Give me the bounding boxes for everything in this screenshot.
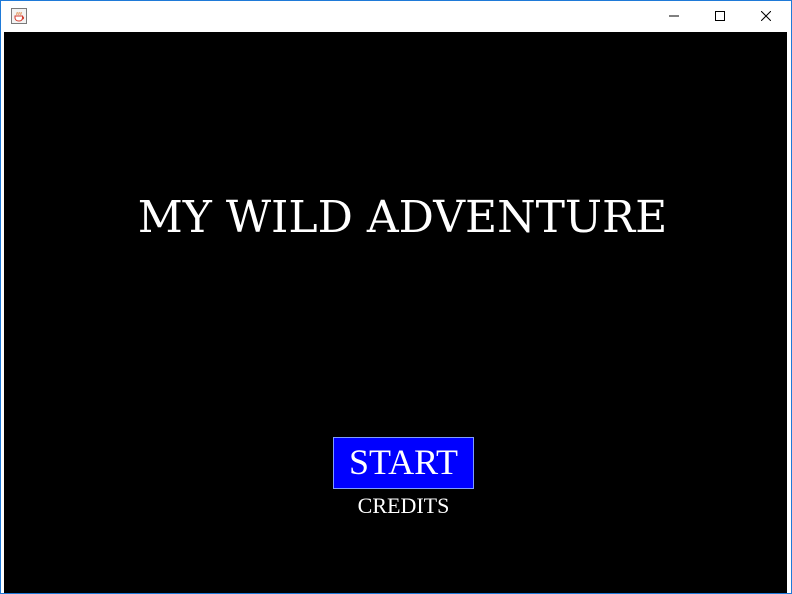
game-screen: MY WILD ADVENTURE START CREDITS — [4, 32, 787, 593]
maximize-button[interactable] — [697, 1, 743, 32]
game-title: MY WILD ADVENTURE — [137, 192, 668, 243]
minimize-icon — [669, 8, 679, 26]
close-icon — [760, 8, 772, 26]
credits-button[interactable]: CREDITS — [333, 492, 474, 520]
maximize-icon — [715, 8, 725, 26]
minimize-button[interactable] — [651, 1, 697, 32]
title-bar[interactable] — [1, 1, 791, 32]
close-button[interactable] — [743, 1, 789, 32]
java-coffee-cup-icon[interactable] — [11, 8, 27, 24]
start-button[interactable]: START — [333, 437, 474, 489]
app-window: MY WILD ADVENTURE START CREDITS — [0, 0, 792, 594]
